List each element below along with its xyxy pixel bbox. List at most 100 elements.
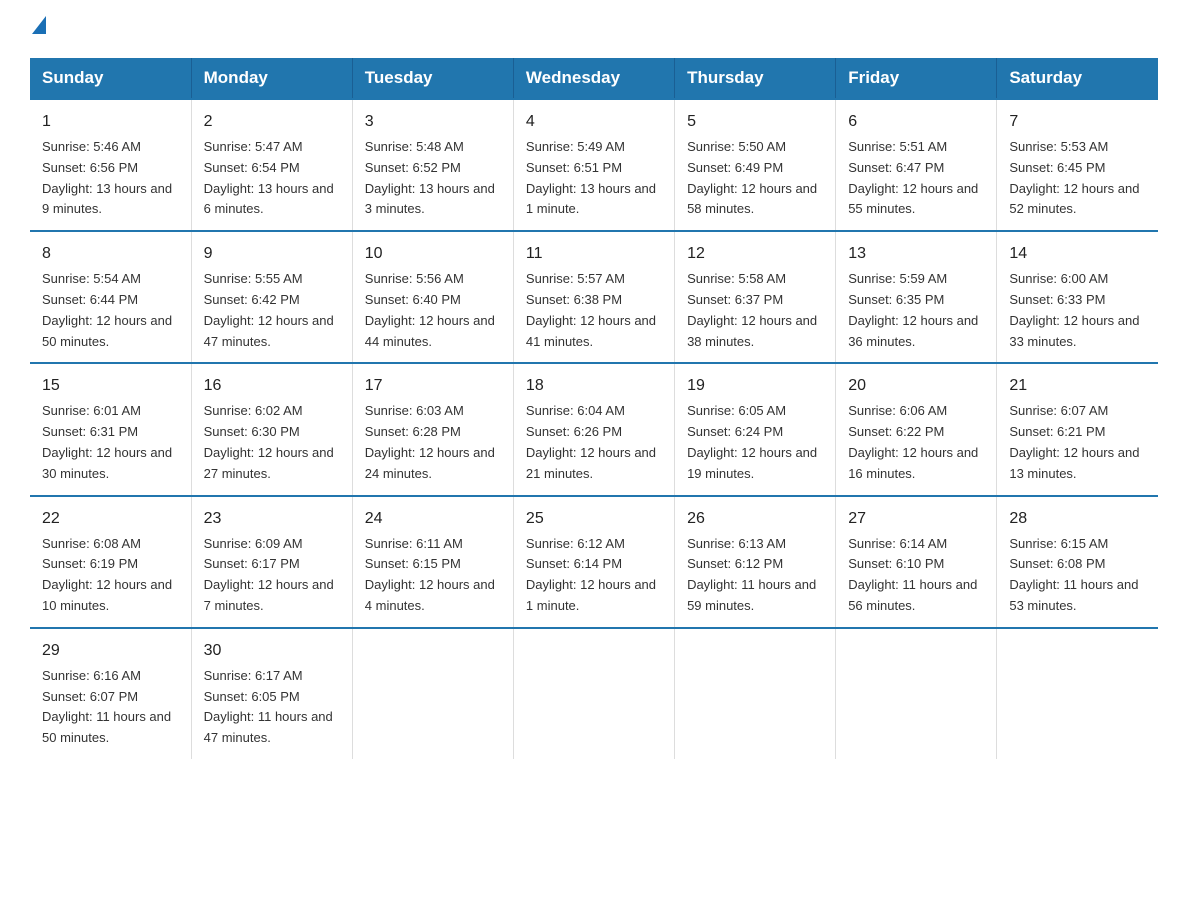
- day-info: Sunrise: 5:59 AMSunset: 6:35 PMDaylight:…: [848, 271, 978, 348]
- calendar-cell: 20Sunrise: 6:06 AMSunset: 6:22 PMDayligh…: [836, 363, 997, 495]
- day-info: Sunrise: 5:56 AMSunset: 6:40 PMDaylight:…: [365, 271, 495, 348]
- day-number: 3: [365, 110, 501, 134]
- calendar-cell: 17 Sunrise: 6:03 AMSunset: 6:28 PMDayligh…: [352, 363, 513, 495]
- day-info: Sunrise: 6:09 AMSunset: 6:17 PMDaylight:…: [204, 536, 334, 613]
- weekday-header-row: SundayMondayTuesdayWednesdayThursdayFrid…: [30, 58, 1158, 99]
- calendar-cell: 21Sunrise: 6:07 AMSunset: 6:21 PMDayligh…: [997, 363, 1158, 495]
- day-number: 6: [848, 110, 984, 134]
- calendar-cell: 1 Sunrise: 5:46 AMSunset: 6:56 PMDaylight…: [30, 99, 191, 231]
- calendar-cell: 16 Sunrise: 6:02 AMSunset: 6:30 PMDayligh…: [191, 363, 352, 495]
- day-info: Sunrise: 5:53 AMSunset: 6:45 PMDaylight:…: [1009, 139, 1139, 216]
- weekday-header-monday: Monday: [191, 58, 352, 99]
- calendar-week-row: 22Sunrise: 6:08 AMSunset: 6:19 PMDayligh…: [30, 496, 1158, 628]
- calendar-cell: [513, 628, 674, 759]
- day-number: 12: [687, 242, 823, 266]
- day-info: Sunrise: 5:47 AMSunset: 6:54 PMDaylight:…: [204, 139, 334, 216]
- day-number: 26: [687, 507, 823, 531]
- day-info: Sunrise: 6:13 AMSunset: 6:12 PMDaylight:…: [687, 536, 816, 613]
- day-number: 19: [687, 374, 823, 398]
- calendar-cell: 6 Sunrise: 5:51 AMSunset: 6:47 PMDaylight…: [836, 99, 997, 231]
- day-info: Sunrise: 6:01 AMSunset: 6:31 PMDaylight:…: [42, 403, 172, 480]
- day-info: Sunrise: 6:06 AMSunset: 6:22 PMDaylight:…: [848, 403, 978, 480]
- day-info: Sunrise: 5:49 AMSunset: 6:51 PMDaylight:…: [526, 139, 656, 216]
- weekday-header-wednesday: Wednesday: [513, 58, 674, 99]
- calendar-cell: 4Sunrise: 5:49 AMSunset: 6:51 PMDaylight…: [513, 99, 674, 231]
- day-info: Sunrise: 5:51 AMSunset: 6:47 PMDaylight:…: [848, 139, 978, 216]
- day-number: 24: [365, 507, 501, 531]
- day-number: 17: [365, 374, 501, 398]
- day-number: 21: [1009, 374, 1146, 398]
- day-number: 30: [204, 639, 340, 663]
- day-number: 5: [687, 110, 823, 134]
- calendar-body: 1 Sunrise: 5:46 AMSunset: 6:56 PMDaylight…: [30, 99, 1158, 759]
- calendar-cell: 15 Sunrise: 6:01 AMSunset: 6:31 PMDayligh…: [30, 363, 191, 495]
- calendar-week-row: 15 Sunrise: 6:01 AMSunset: 6:31 PMDayligh…: [30, 363, 1158, 495]
- calendar-cell: 25Sunrise: 6:12 AMSunset: 6:14 PMDayligh…: [513, 496, 674, 628]
- day-number: 10: [365, 242, 501, 266]
- calendar-cell: [352, 628, 513, 759]
- day-info: Sunrise: 5:46 AMSunset: 6:56 PMDaylight:…: [42, 139, 172, 216]
- calendar-cell: 13 Sunrise: 5:59 AMSunset: 6:35 PMDayligh…: [836, 231, 997, 363]
- day-number: 2: [204, 110, 340, 134]
- page-header: [30, 20, 1158, 38]
- day-info: Sunrise: 6:11 AMSunset: 6:15 PMDaylight:…: [365, 536, 495, 613]
- day-number: 25: [526, 507, 662, 531]
- calendar-header: SundayMondayTuesdayWednesdayThursdayFrid…: [30, 58, 1158, 99]
- calendar-cell: 8Sunrise: 5:54 AMSunset: 6:44 PMDaylight…: [30, 231, 191, 363]
- day-number: 9: [204, 242, 340, 266]
- calendar-week-row: 1 Sunrise: 5:46 AMSunset: 6:56 PMDaylight…: [30, 99, 1158, 231]
- day-number: 7: [1009, 110, 1146, 134]
- calendar-cell: [675, 628, 836, 759]
- weekday-header-sunday: Sunday: [30, 58, 191, 99]
- day-info: Sunrise: 6:15 AMSunset: 6:08 PMDaylight:…: [1009, 536, 1138, 613]
- weekday-header-tuesday: Tuesday: [352, 58, 513, 99]
- day-info: Sunrise: 5:58 AMSunset: 6:37 PMDaylight:…: [687, 271, 817, 348]
- weekday-header-saturday: Saturday: [997, 58, 1158, 99]
- day-number: 1: [42, 110, 179, 134]
- day-number: 16: [204, 374, 340, 398]
- day-number: 28: [1009, 507, 1146, 531]
- day-info: Sunrise: 6:17 AMSunset: 6:05 PMDaylight:…: [204, 668, 333, 745]
- day-info: Sunrise: 6:03 AMSunset: 6:28 PMDaylight:…: [365, 403, 495, 480]
- weekday-header-friday: Friday: [836, 58, 997, 99]
- day-number: 13: [848, 242, 984, 266]
- day-info: Sunrise: 5:48 AMSunset: 6:52 PMDaylight:…: [365, 139, 495, 216]
- calendar-cell: 12 Sunrise: 5:58 AMSunset: 6:37 PMDayligh…: [675, 231, 836, 363]
- day-number: 8: [42, 242, 179, 266]
- day-info: Sunrise: 5:57 AMSunset: 6:38 PMDaylight:…: [526, 271, 656, 348]
- day-number: 29: [42, 639, 179, 663]
- calendar-cell: 27 Sunrise: 6:14 AMSunset: 6:10 PMDayligh…: [836, 496, 997, 628]
- calendar-cell: 14 Sunrise: 6:00 AMSunset: 6:33 PMDayligh…: [997, 231, 1158, 363]
- day-number: 27: [848, 507, 984, 531]
- calendar-cell: 30 Sunrise: 6:17 AMSunset: 6:05 PMDayligh…: [191, 628, 352, 759]
- day-number: 22: [42, 507, 179, 531]
- calendar-cell: 24 Sunrise: 6:11 AMSunset: 6:15 PMDayligh…: [352, 496, 513, 628]
- day-number: 23: [204, 507, 340, 531]
- day-info: Sunrise: 6:04 AMSunset: 6:26 PMDaylight:…: [526, 403, 656, 480]
- calendar-cell: 5 Sunrise: 5:50 AMSunset: 6:49 PMDaylight…: [675, 99, 836, 231]
- calendar-cell: 23 Sunrise: 6:09 AMSunset: 6:17 PMDayligh…: [191, 496, 352, 628]
- calendar-cell: [997, 628, 1158, 759]
- calendar-table: SundayMondayTuesdayWednesdayThursdayFrid…: [30, 58, 1158, 759]
- calendar-cell: 22Sunrise: 6:08 AMSunset: 6:19 PMDayligh…: [30, 496, 191, 628]
- calendar-week-row: 29 Sunrise: 6:16 AMSunset: 6:07 PMDayligh…: [30, 628, 1158, 759]
- day-info: Sunrise: 6:02 AMSunset: 6:30 PMDaylight:…: [204, 403, 334, 480]
- day-number: 15: [42, 374, 179, 398]
- day-info: Sunrise: 6:16 AMSunset: 6:07 PMDaylight:…: [42, 668, 171, 745]
- day-info: Sunrise: 6:05 AMSunset: 6:24 PMDaylight:…: [687, 403, 817, 480]
- calendar-cell: 3 Sunrise: 5:48 AMSunset: 6:52 PMDaylight…: [352, 99, 513, 231]
- calendar-cell: 10 Sunrise: 5:56 AMSunset: 6:40 PMDayligh…: [352, 231, 513, 363]
- calendar-cell: 18 Sunrise: 6:04 AMSunset: 6:26 PMDayligh…: [513, 363, 674, 495]
- calendar-cell: 11Sunrise: 5:57 AMSunset: 6:38 PMDayligh…: [513, 231, 674, 363]
- calendar-cell: 26 Sunrise: 6:13 AMSunset: 6:12 PMDayligh…: [675, 496, 836, 628]
- day-number: 14: [1009, 242, 1146, 266]
- day-info: Sunrise: 6:14 AMSunset: 6:10 PMDaylight:…: [848, 536, 977, 613]
- calendar-cell: 9Sunrise: 5:55 AMSunset: 6:42 PMDaylight…: [191, 231, 352, 363]
- day-number: 18: [526, 374, 662, 398]
- calendar-cell: 2 Sunrise: 5:47 AMSunset: 6:54 PMDaylight…: [191, 99, 352, 231]
- weekday-header-thursday: Thursday: [675, 58, 836, 99]
- day-info: Sunrise: 5:50 AMSunset: 6:49 PMDaylight:…: [687, 139, 817, 216]
- logo-triangle-icon: [32, 16, 46, 34]
- logo: [30, 20, 46, 38]
- day-info: Sunrise: 6:00 AMSunset: 6:33 PMDaylight:…: [1009, 271, 1139, 348]
